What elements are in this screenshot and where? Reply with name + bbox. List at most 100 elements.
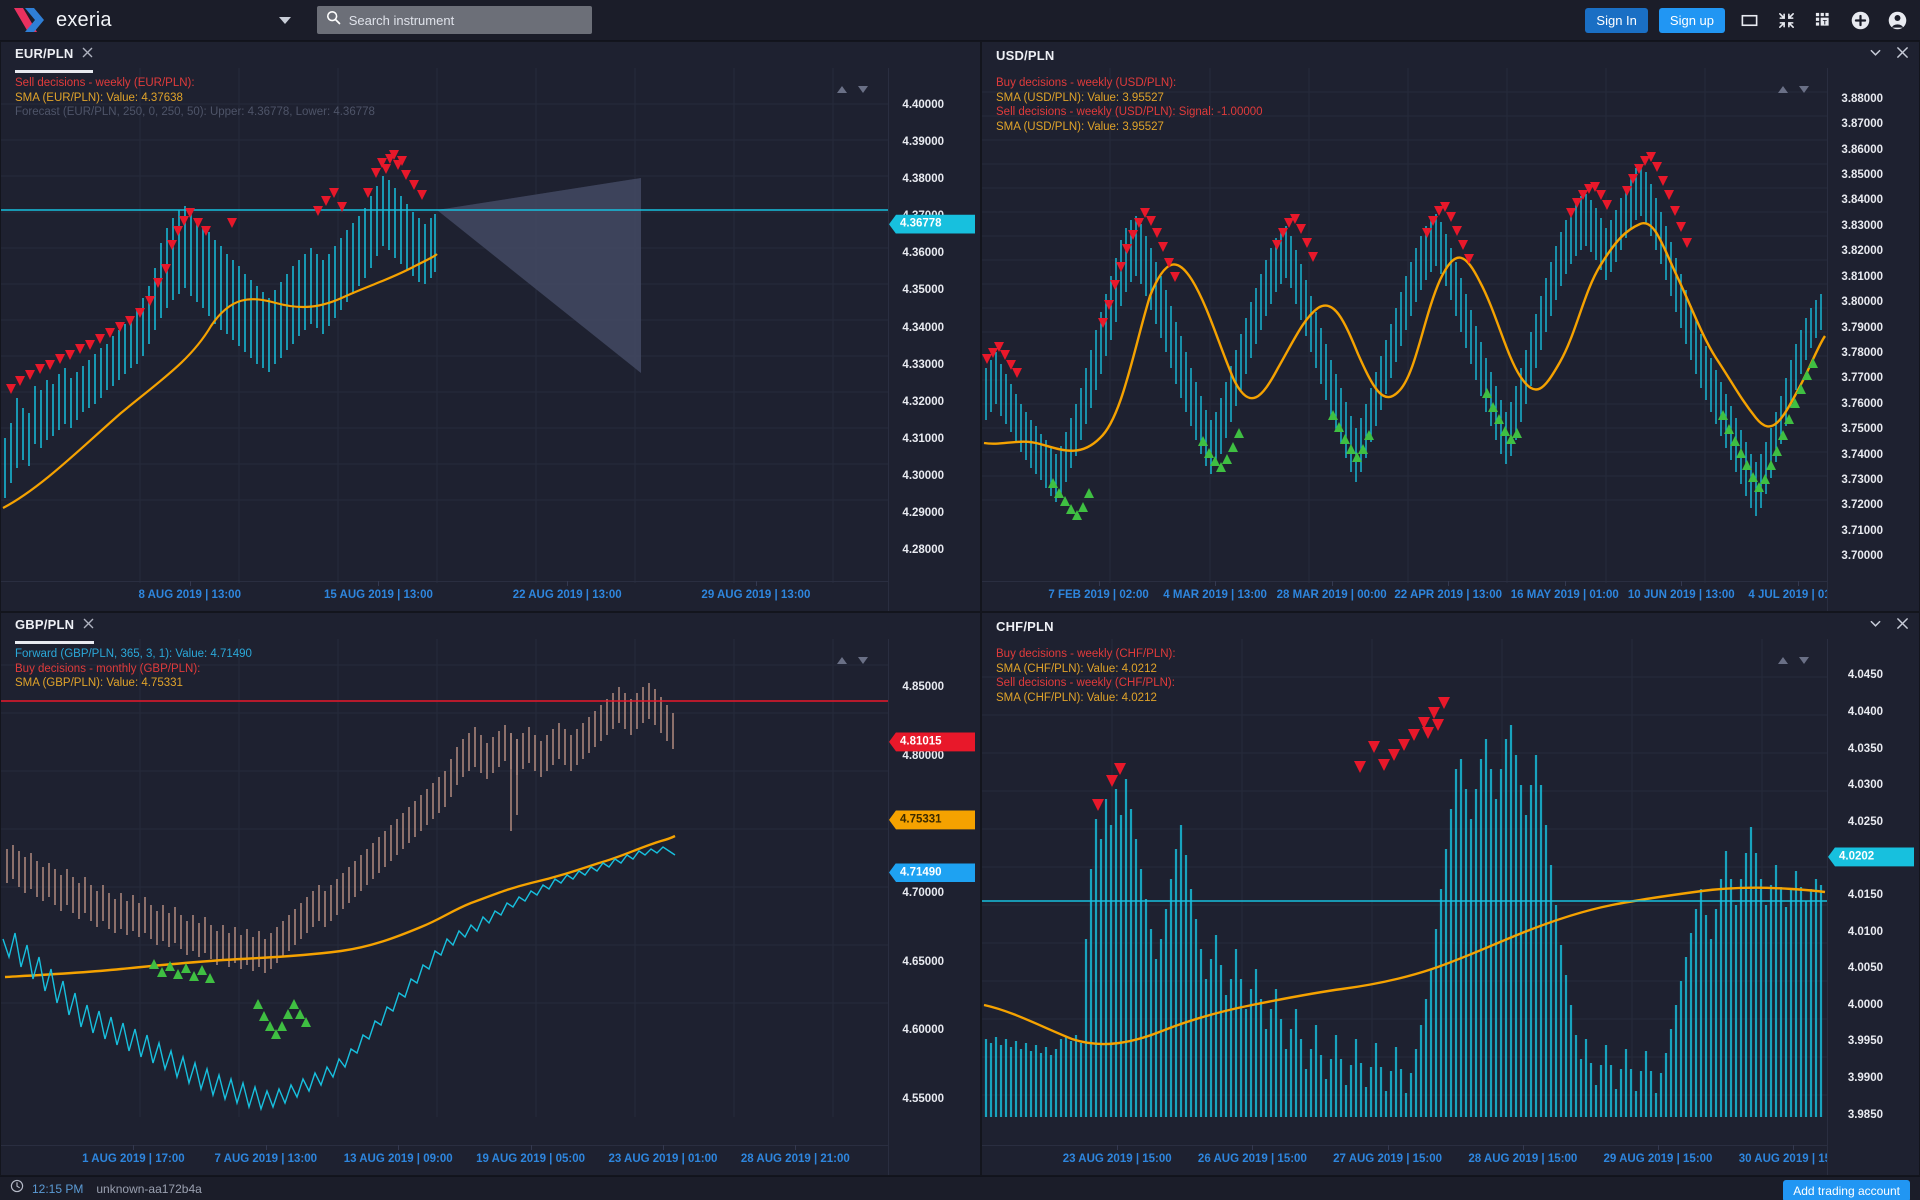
time-tick: 28 MAR 2019 | 00:00 bbox=[1276, 589, 1387, 601]
panel-title: EUR/PLN bbox=[15, 46, 74, 61]
close-icon[interactable] bbox=[1896, 617, 1909, 635]
buy-markers bbox=[1048, 358, 1818, 520]
price-tick: 3.72000 bbox=[1841, 499, 1883, 512]
scale-down-icon[interactable] bbox=[1799, 86, 1809, 93]
panel-gbp-pln: GBP/PLN Forward (GBP/PLN, 365, 3, 1): Va… bbox=[0, 612, 981, 1176]
scale-down-icon[interactable] bbox=[858, 657, 868, 664]
plus-circle-icon[interactable] bbox=[1847, 8, 1873, 34]
sign-in-button[interactable]: Sign In bbox=[1585, 8, 1648, 33]
price-axis[interactable]: 4.04504.04004.03504.03004.02504.02004.01… bbox=[1827, 639, 1919, 1175]
time-tick: 27 AUG 2019 | 15:00 bbox=[1333, 1153, 1443, 1165]
panel-usd-pln: USD/PLN Buy decisions - weekly (USD/PLN)… bbox=[981, 41, 1920, 612]
chevron-down-icon[interactable] bbox=[1869, 46, 1882, 64]
time-tick-mark bbox=[189, 581, 191, 586]
time-tick-mark bbox=[398, 1145, 400, 1150]
time-axis[interactable]: 8 AUG 2019 | 13:00 15 AUG 2019 | 13:00 22 … bbox=[1, 581, 888, 611]
status-time: 12:15 PM bbox=[32, 1181, 84, 1196]
chevron-down-icon[interactable] bbox=[278, 16, 291, 24]
price-tick: 4.0350 bbox=[1847, 742, 1883, 755]
current-price-tag[interactable]: 4.81015 bbox=[889, 732, 975, 752]
price-tick: 3.73000 bbox=[1841, 474, 1883, 487]
panel-header: EUR/PLN bbox=[1, 42, 980, 73]
price-axis[interactable]: 4.400004.390004.380004.370004.360004.350… bbox=[888, 68, 980, 611]
search-input[interactable]: Search instrument bbox=[316, 6, 592, 34]
time-tick-mark bbox=[755, 581, 757, 586]
sign-up-button[interactable]: Sign up bbox=[1658, 8, 1725, 33]
chart-area-usd-pln[interactable]: Buy decisions - weekly (USD/PLN): SMA (U… bbox=[982, 68, 1919, 611]
scale-down-icon[interactable] bbox=[1799, 657, 1809, 664]
price-tick: 3.9900 bbox=[1847, 1072, 1883, 1085]
price-tick: 3.79000 bbox=[1841, 321, 1883, 334]
time-axis[interactable]: 23 AUG 2019 | 15:00 26 AUG 2019 | 15:00 27… bbox=[982, 1145, 1848, 1175]
tab-eur-pln[interactable]: EUR/PLN bbox=[15, 45, 94, 73]
time-tick-mark bbox=[795, 1145, 797, 1150]
price-tick: 4.0100 bbox=[1847, 925, 1883, 938]
time-tick-mark bbox=[1387, 1145, 1389, 1150]
price-tick: 4.0250 bbox=[1847, 815, 1883, 828]
buy-markers bbox=[149, 959, 311, 1039]
scale-up-icon[interactable] bbox=[837, 657, 847, 664]
chevron-down-icon[interactable] bbox=[1869, 617, 1882, 635]
scale-controls bbox=[837, 86, 868, 93]
time-tick: 19 AUG 2019 | 05:00 bbox=[476, 1153, 586, 1165]
price-tick: 3.81000 bbox=[1841, 270, 1883, 283]
close-icon[interactable] bbox=[1896, 46, 1909, 64]
time-tick-mark bbox=[1793, 1145, 1795, 1150]
close-icon[interactable] bbox=[82, 45, 93, 63]
price-axis[interactable]: 3.88000 3.87000 3.86000 3.85000 3.84000 3.830… bbox=[1827, 68, 1919, 611]
layout-template-icon[interactable]: T bbox=[1810, 8, 1836, 34]
price-tick: 3.71000 bbox=[1841, 524, 1883, 537]
current-price-tag[interactable]: 4.0202 bbox=[1828, 847, 1914, 867]
scale-up-icon[interactable] bbox=[1778, 86, 1788, 93]
price-tick: 3.76000 bbox=[1841, 397, 1883, 410]
scale-down-icon[interactable] bbox=[858, 86, 868, 93]
add-trading-account-button[interactable]: Add trading account bbox=[1783, 1180, 1910, 1200]
svg-text:T: T bbox=[1822, 20, 1826, 27]
price-tick: 4.0000 bbox=[1847, 998, 1883, 1011]
window-icon[interactable] bbox=[1736, 8, 1762, 34]
status-bar: 12:15 PM unknown-aa172b4a Add trading ac… bbox=[0, 1176, 1920, 1200]
time-tick-mark bbox=[1331, 581, 1333, 586]
chart-svg bbox=[982, 68, 1827, 583]
panel-controls bbox=[1869, 46, 1909, 64]
charts-grid: EUR/PLN Sell decisions - weekly (EUR/PLN… bbox=[0, 41, 1920, 1176]
time-tick: 23 AUG 2019 | 15:00 bbox=[1062, 1153, 1172, 1165]
time-tick-mark bbox=[378, 581, 380, 586]
scale-controls bbox=[837, 657, 868, 664]
price-tick: 3.78000 bbox=[1841, 346, 1883, 359]
user-account-icon[interactable] bbox=[1884, 8, 1910, 34]
chart-area-chf-pln[interactable]: Buy decisions - weekly (CHF/PLN): SMA (C… bbox=[982, 639, 1919, 1175]
price-tick: 4.33000 bbox=[902, 358, 944, 371]
scale-up-icon[interactable] bbox=[1778, 657, 1788, 664]
chart-area-gbp-pln[interactable]: Forward (GBP/PLN, 365, 3, 1): Value: 4.7… bbox=[1, 639, 980, 1175]
search-icon bbox=[326, 10, 341, 30]
price-tick: 3.75000 bbox=[1841, 423, 1883, 436]
price-tick: 3.86000 bbox=[1841, 143, 1883, 156]
time-tick: 28 AUG 2019 | 15:00 bbox=[1468, 1153, 1578, 1165]
tab-gbp-pln[interactable]: GBP/PLN bbox=[15, 616, 95, 644]
time-axis[interactable]: 7 FEB 2019 | 02:00 4 MAR 2019 | 13:00 28 M… bbox=[982, 581, 1847, 611]
time-tick: 22 AUG 2019 | 13:00 bbox=[512, 589, 622, 601]
time-tick: 13 AUG 2019 | 09:00 bbox=[343, 1153, 453, 1165]
clock-icon bbox=[10, 1179, 24, 1198]
price-axis[interactable]: 4.850004.800004.750004.700004.650004.600… bbox=[888, 639, 980, 1175]
time-tick: 15 AUG 2019 | 13:00 bbox=[323, 589, 433, 601]
time-axis[interactable]: 1 AUG 2019 | 17:00 7 AUG 2019 | 13:00 13 A… bbox=[1, 1145, 888, 1175]
collapse-arrows-icon[interactable] bbox=[1773, 8, 1799, 34]
time-tick-mark bbox=[265, 1145, 267, 1150]
brand-area: exeria bbox=[0, 6, 112, 34]
chart-area-eur-pln[interactable]: Sell decisions - weekly (EUR/PLN): SMA (… bbox=[1, 68, 980, 611]
current-price-tag[interactable]: 4.75331 bbox=[889, 810, 975, 830]
current-price-tag[interactable]: 4.71490 bbox=[889, 863, 975, 882]
time-tick: 1 AUG 2019 | 17:00 bbox=[82, 1153, 185, 1165]
brand-name: exeria bbox=[56, 8, 112, 31]
current-price-tag[interactable]: 4.36778 bbox=[889, 214, 975, 234]
price-tick: 3.84000 bbox=[1841, 194, 1883, 207]
close-icon[interactable] bbox=[83, 616, 94, 634]
scale-up-icon[interactable] bbox=[837, 86, 847, 93]
price-tick: 4.0300 bbox=[1847, 779, 1883, 792]
price-tick: 4.38000 bbox=[902, 172, 944, 185]
price-tick: 3.9950 bbox=[1847, 1035, 1883, 1048]
price-tick: 3.85000 bbox=[1841, 168, 1883, 181]
price-tick: 4.80000 bbox=[902, 749, 944, 762]
